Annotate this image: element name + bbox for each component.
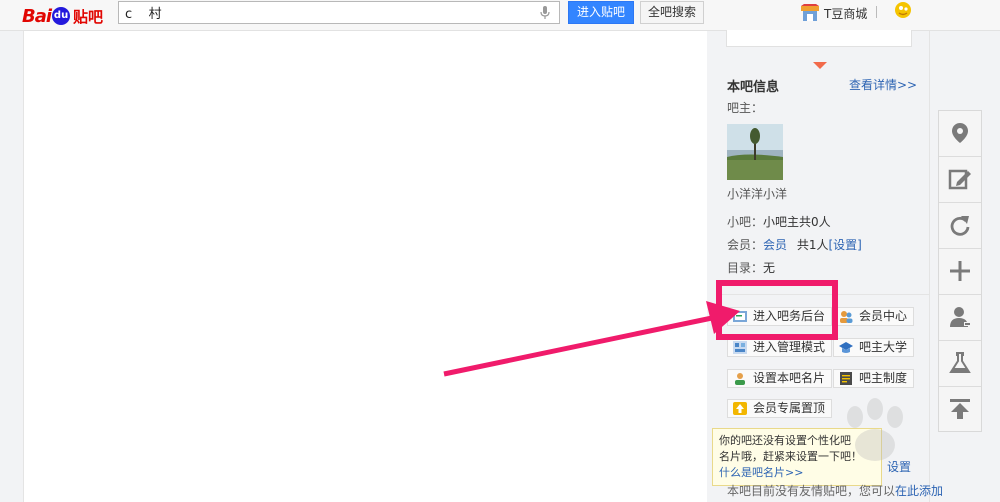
shop-icon: [801, 4, 819, 21]
member-center-button[interactable]: 会员中心: [833, 307, 915, 326]
owner-name[interactable]: 小洋洋小洋: [727, 185, 787, 202]
refresh-icon: [950, 216, 970, 236]
manage-mode-icon: [733, 341, 747, 354]
friend-forums-text: 本吧目前没有友情贴吧，您可以: [727, 484, 896, 498]
toolbar-btn-user[interactable]: [939, 295, 981, 341]
main-content: [23, 31, 709, 502]
toolbar-btn-edit[interactable]: [939, 157, 981, 203]
baidu-tieba-logo[interactable]: Bai du 贴吧: [22, 5, 103, 27]
card-user-icon: [735, 373, 745, 385]
enter-tieba-button[interactable]: 进入贴吧: [568, 1, 634, 24]
members-count: 共1人: [796, 238, 829, 252]
view-details-link[interactable]: 查看详情>>: [849, 76, 917, 93]
expand-caret-icon[interactable]: [813, 62, 827, 69]
set-forum-card-button[interactable]: 设置本吧名片: [727, 369, 833, 388]
plus-icon: [950, 261, 970, 281]
enter-manage-mode-button[interactable]: 进入管理模式: [727, 338, 833, 357]
rules-icon: [840, 372, 852, 385]
highlight-frame: [716, 280, 838, 340]
members-row: 会员：会员 共1人[设置]: [727, 236, 862, 253]
owner-label: 吧主：: [727, 101, 764, 115]
owner-university-button[interactable]: 吧主大学: [833, 338, 915, 357]
microphone-icon[interactable]: [539, 6, 551, 20]
members-settings-link[interactable]: [设置]: [829, 238, 862, 252]
members-link[interactable]: 会员: [763, 238, 787, 252]
location-pin-icon: [952, 123, 968, 143]
what-is-card-link[interactable]: 什么是吧名片>>: [719, 466, 803, 479]
user-plus-icon: [950, 307, 971, 327]
tool-label: 会员中心: [859, 309, 908, 323]
toolbar-btn-location[interactable]: [939, 111, 981, 157]
pin-top-icon: [733, 402, 747, 415]
logo-du-paw: du: [52, 7, 71, 25]
catalog-row: 目录：无: [727, 259, 775, 276]
toolbar-btn-lab[interactable]: [939, 341, 981, 387]
tool-label: 吧主大学: [859, 340, 908, 354]
toolbar-btn-top[interactable]: [939, 387, 981, 433]
tdou-mall-link[interactable]: T豆商城: [800, 2, 867, 24]
member-pin-top-button[interactable]: 会员专属置顶: [727, 399, 833, 418]
search-box: [118, 1, 560, 24]
owner-rules-button[interactable]: 吧主制度: [833, 369, 915, 388]
graduation-cap-icon: [839, 342, 853, 353]
user-badge-icon[interactable]: [893, 0, 913, 20]
small-owner-label: 小吧：: [727, 215, 764, 229]
tool-label: 进入管理模式: [753, 340, 826, 354]
members-label: 会员：: [727, 238, 764, 252]
sign-in-box: [726, 30, 912, 47]
small-owner-value: 小吧主共0人: [763, 215, 831, 229]
back-to-top-icon: [950, 399, 970, 419]
logo-tieba: 贴吧: [73, 7, 104, 26]
toolbar-btn-refresh[interactable]: [939, 203, 981, 249]
toolbar-btn-add[interactable]: [939, 249, 981, 295]
right-float-toolbar: [938, 110, 982, 432]
catalog-value: 无: [763, 261, 776, 275]
logo-bai: Bai: [22, 5, 52, 27]
owner-avatar[interactable]: [727, 124, 783, 180]
small-owner-row: 小吧：小吧主共0人: [727, 213, 831, 230]
friend-forums-note: 本吧目前没有友情贴吧，您可以在此添加: [727, 482, 943, 499]
forum-info-title: 本吧信息: [727, 80, 780, 95]
all-search-button[interactable]: 全吧搜索: [640, 1, 704, 24]
flask-icon: [949, 352, 971, 373]
tool-label: 吧主制度: [859, 371, 908, 385]
edit-icon: [948, 169, 971, 190]
mall-label: T豆商城: [824, 6, 868, 21]
tool-label: 会员专属置顶: [753, 401, 826, 415]
top-bar: Bai du 贴吧 进入贴吧 全吧搜索 T豆商城: [0, 0, 1000, 31]
tool-label: 设置本吧名片: [753, 371, 826, 385]
search-input[interactable]: [125, 4, 525, 21]
add-friend-forum-link[interactable]: 在此添加: [895, 484, 943, 498]
catalog-label: 目录：: [727, 261, 764, 275]
members-icon: [840, 311, 853, 323]
header-divider: [876, 6, 877, 18]
